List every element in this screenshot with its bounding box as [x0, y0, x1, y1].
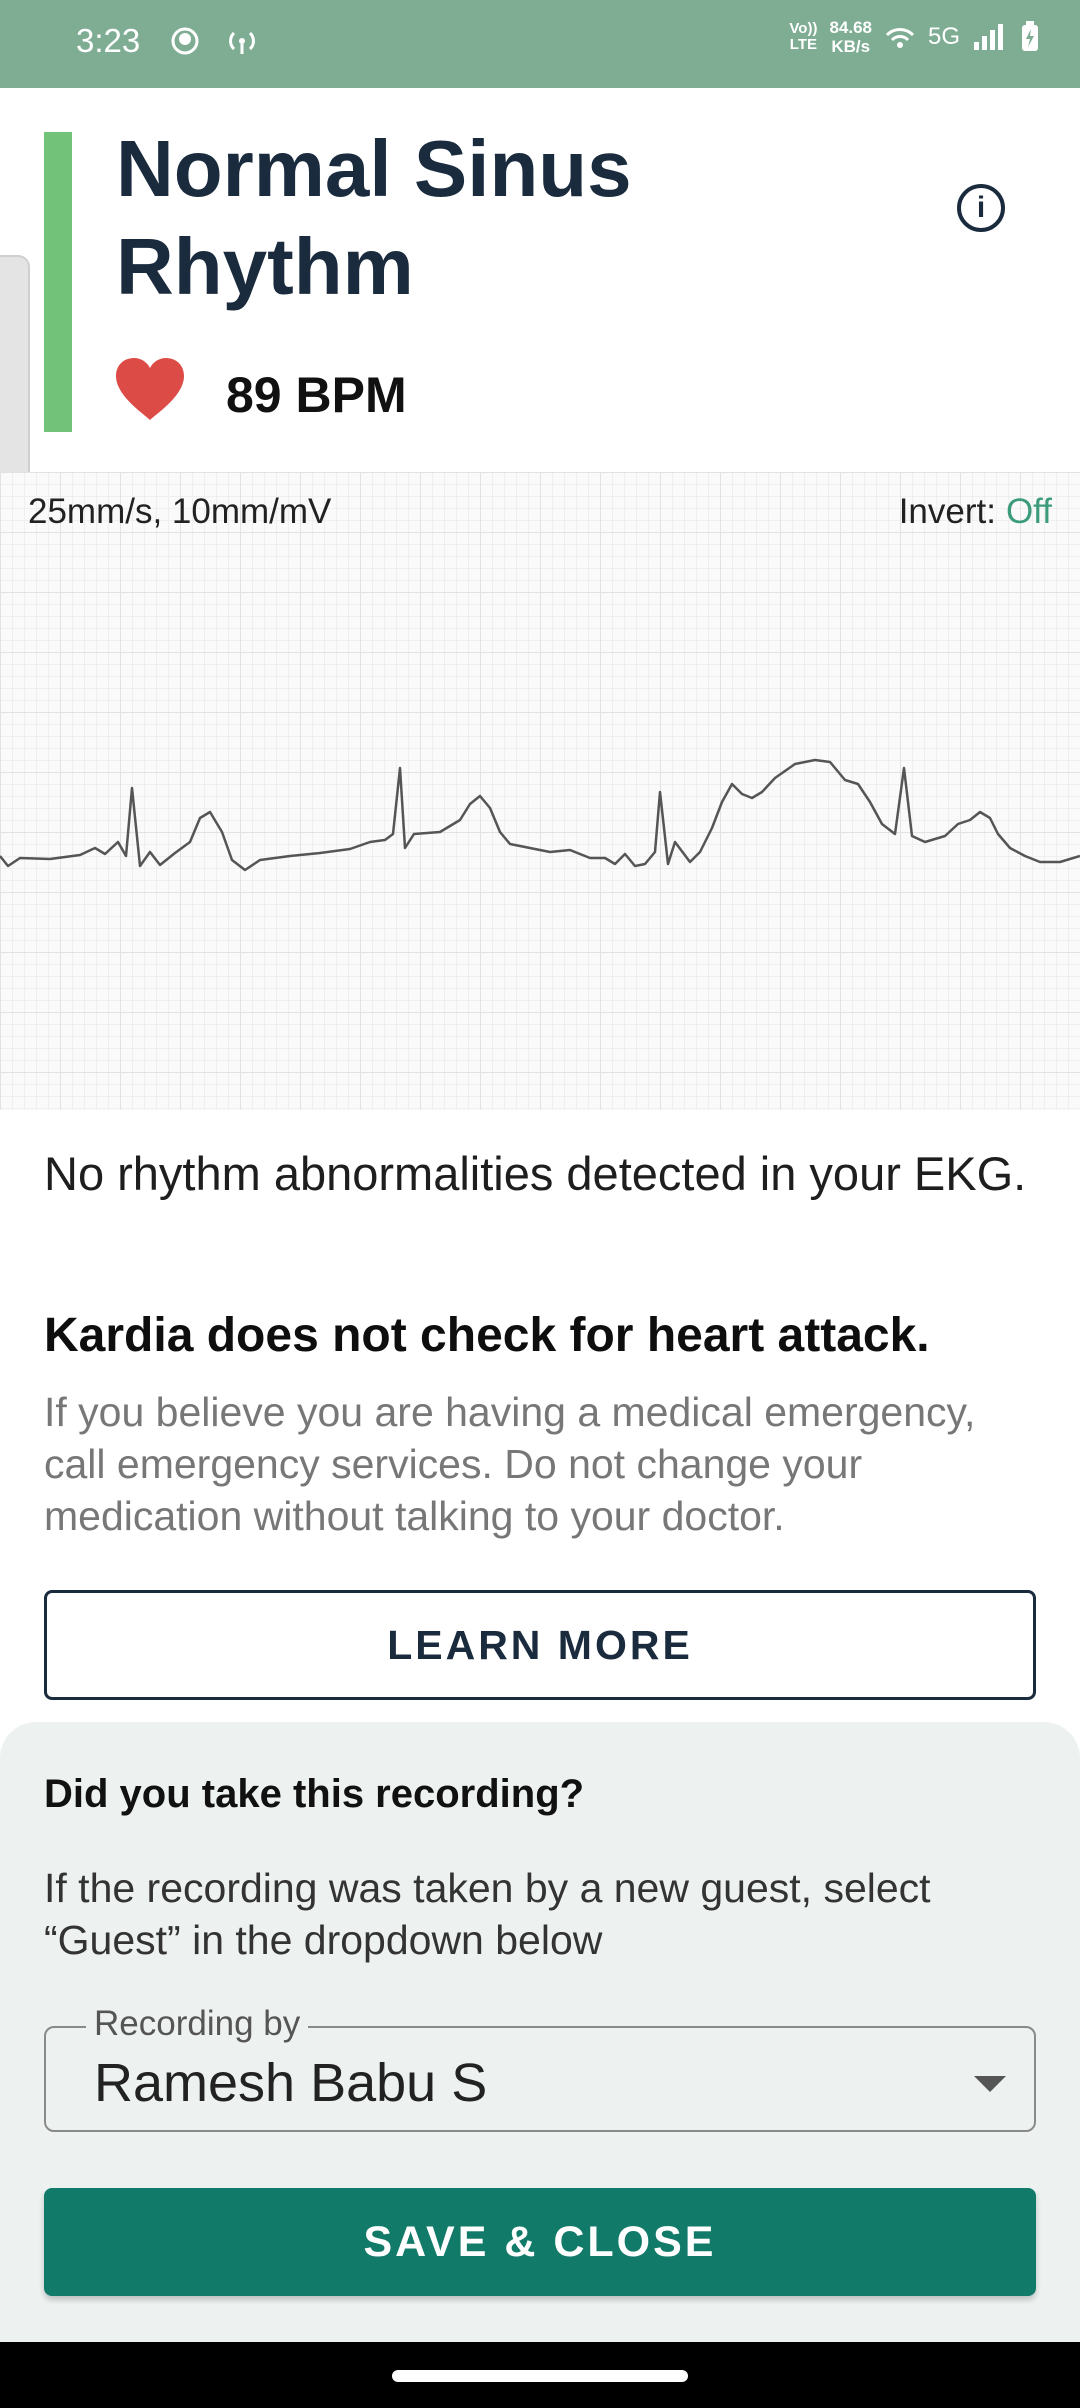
ekg-chart: 25mm/s, 10mm/mV Invert: Off	[0, 472, 1080, 1110]
status-time: 3:23	[76, 22, 141, 59]
warning-text: If you believe you are having a medical …	[44, 1389, 976, 1539]
warning-title: Kardia does not check for heart attack.	[44, 1309, 930, 1362]
ekg-scale-label: 25mm/s, 10mm/mV	[28, 492, 332, 531]
recording-instruction: If the recording was taken by a new gues…	[44, 1865, 931, 1963]
recording-question: Did you take this recording?	[44, 1772, 585, 1816]
info-icon: i	[976, 191, 986, 224]
heart-icon	[116, 358, 184, 420]
navigation-bar	[0, 2342, 1080, 2408]
status-bar: 3:23 Vo)) LTE 84.68 KB/s 5G	[0, 0, 1080, 88]
signal-icon	[974, 24, 1003, 50]
recording-by-dropdown[interactable]: Recording by Ramesh Babu S	[44, 2004, 1036, 2132]
result-title: Normal Sinus Rhythm	[116, 124, 632, 311]
status-right-icons: Vo)) LTE 84.68 KB/s 5G	[789, 18, 1040, 56]
notification-icon	[171, 27, 199, 55]
hotspot-icon	[229, 31, 255, 54]
save-close-button[interactable]: SAVE & CLOSE	[44, 2188, 1036, 2296]
analysis-summary: No rhythm abnormalities detected in your…	[44, 1147, 1027, 1200]
learn-more-button[interactable]: LEARN MORE	[44, 1590, 1036, 1700]
wifi-icon	[885, 28, 915, 48]
dropdown-value: Ramesh Babu S	[94, 2053, 488, 2113]
invert-toggle[interactable]: Invert: Off	[899, 492, 1052, 532]
ekg-trace	[0, 758, 1080, 872]
recording-card: Did you take this recording? If the reco…	[0, 1722, 1080, 2342]
home-gesture-pill[interactable]	[392, 2370, 688, 2382]
network-speed: 84.68 KB/s	[829, 18, 872, 56]
result-status-bar	[44, 132, 72, 432]
info-button[interactable]: i	[957, 184, 1005, 232]
network-type: 5G	[927, 23, 960, 50]
heart-rate: 89 BPM	[226, 367, 407, 423]
invert-label: Invert:	[898, 492, 996, 531]
status-left-icons	[170, 26, 260, 56]
dropdown-label: Recording by	[86, 2004, 309, 2044]
invert-value: Off	[1005, 492, 1052, 531]
battery-charging-icon	[1022, 21, 1038, 51]
volte-indicator: Vo)) LTE	[789, 20, 818, 53]
chevron-down-icon	[974, 2076, 1006, 2092]
